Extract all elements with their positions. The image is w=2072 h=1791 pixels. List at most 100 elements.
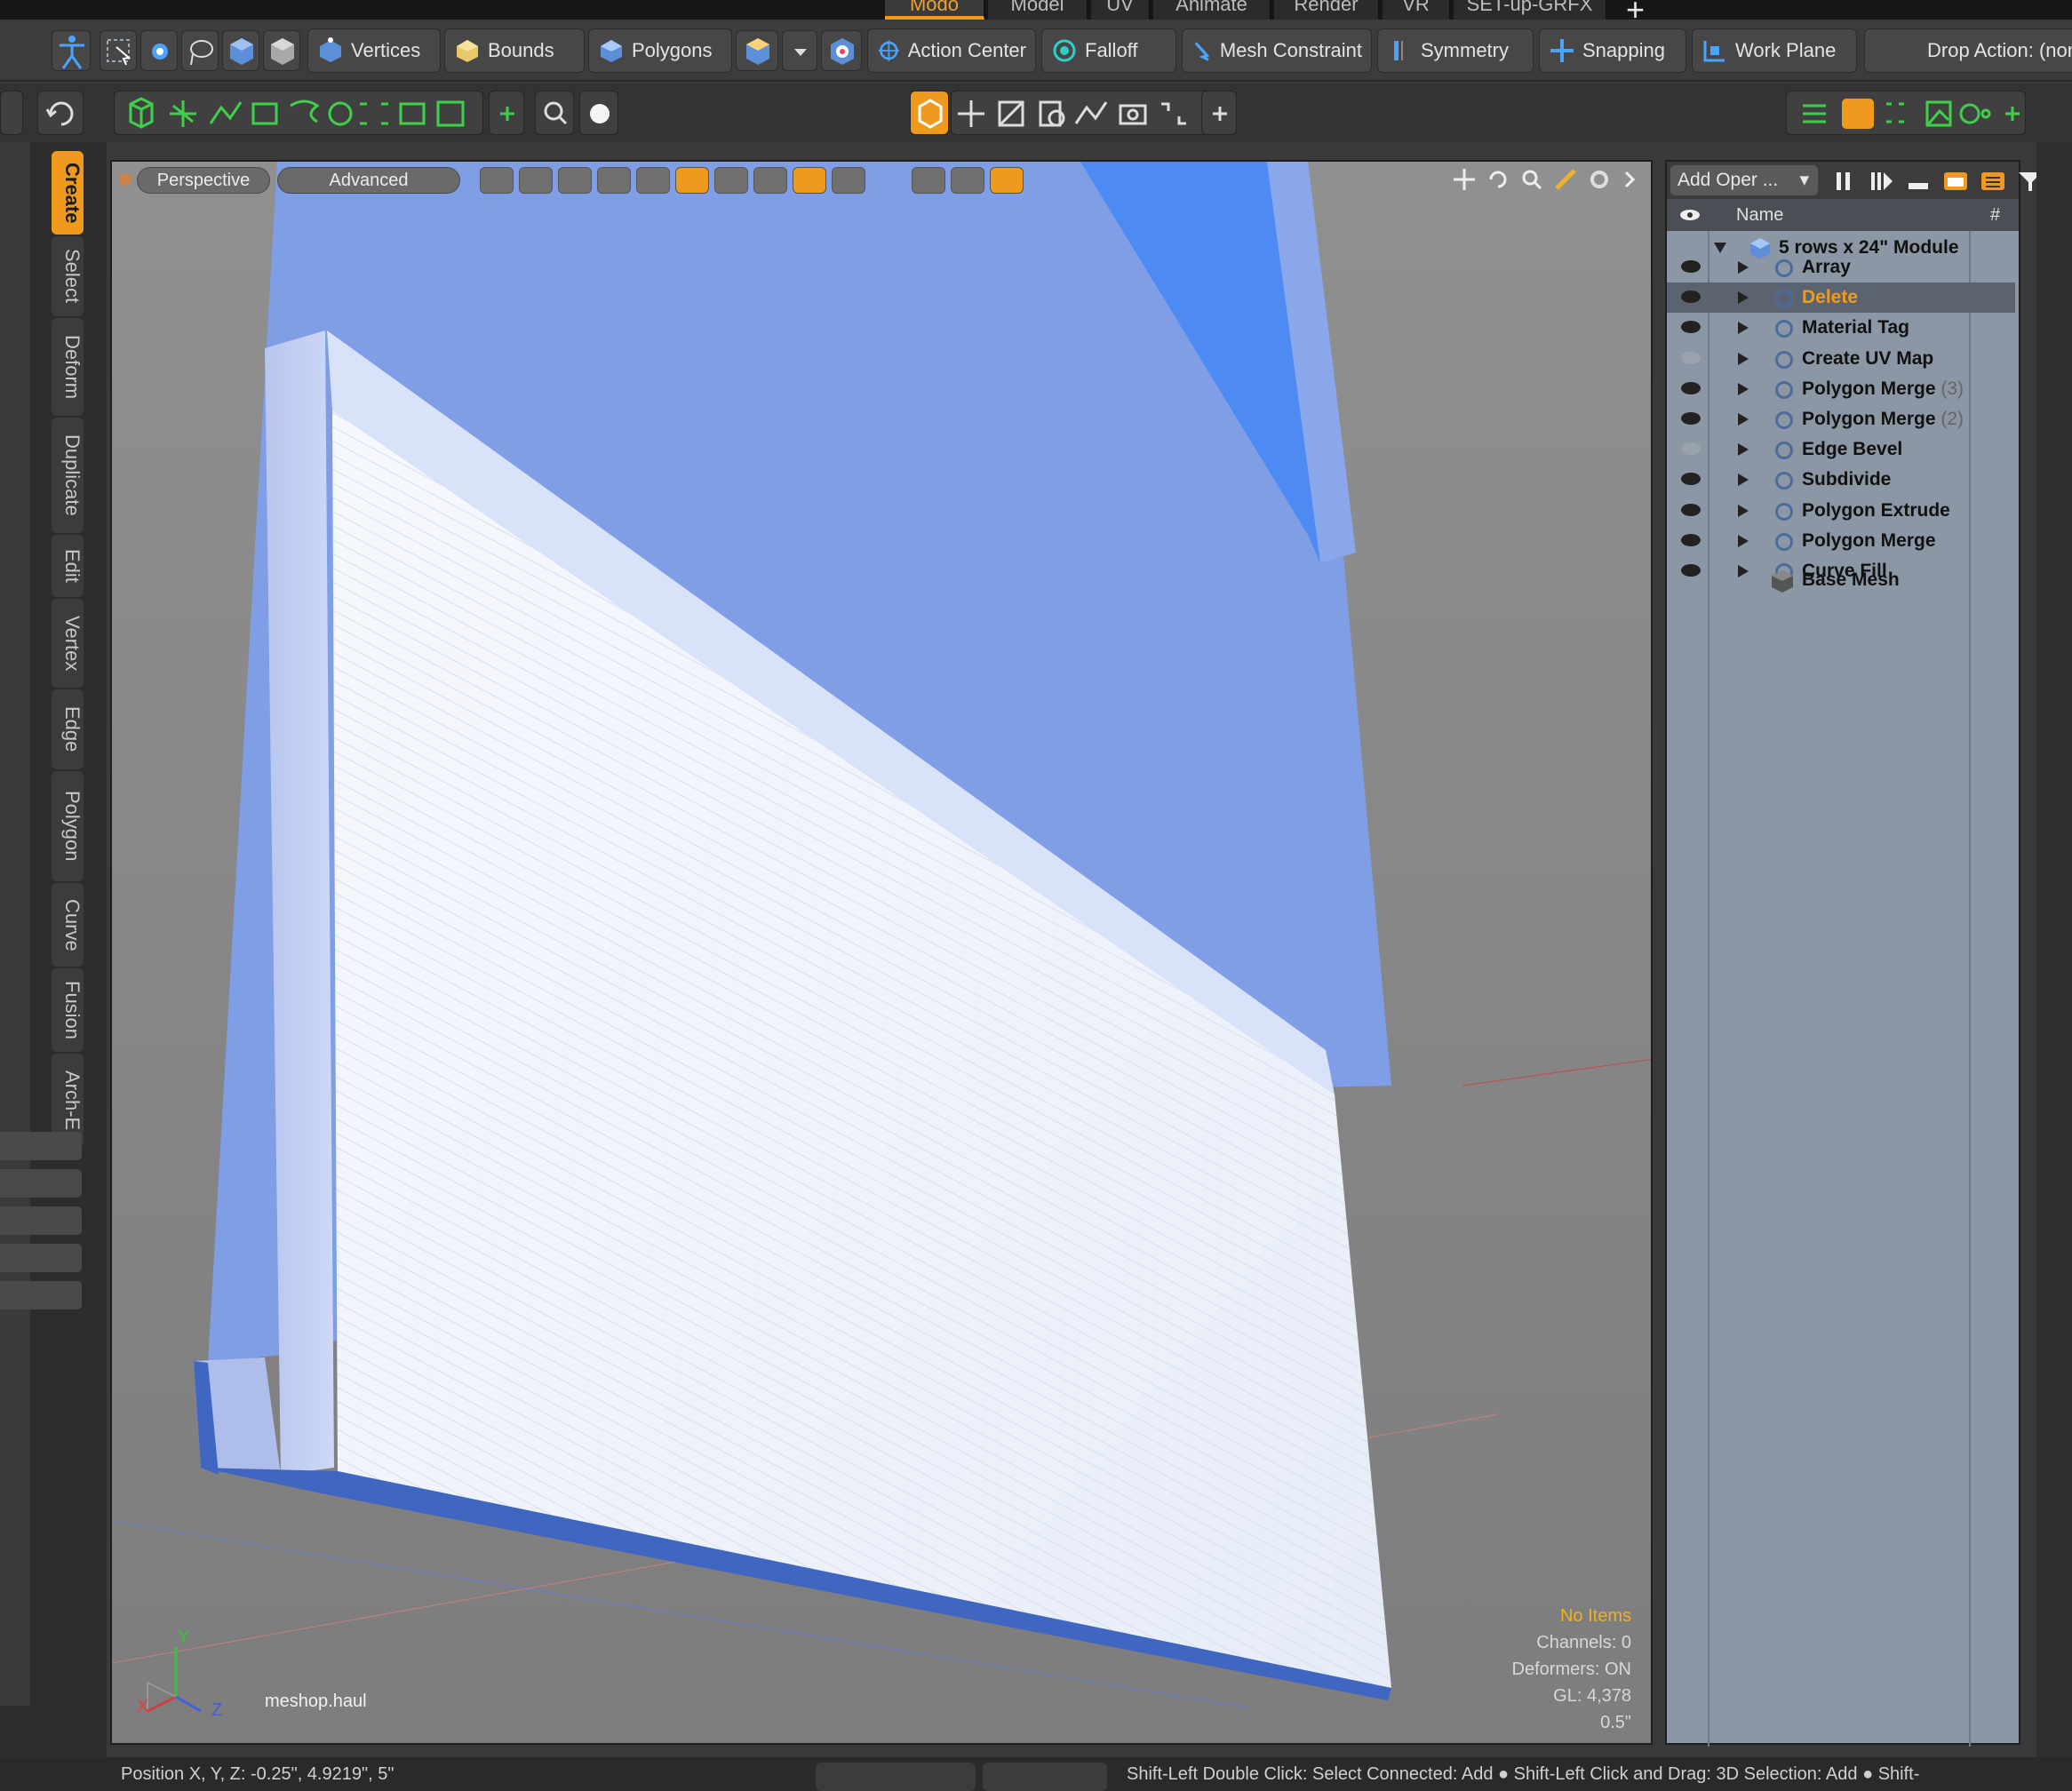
visibility-eye-icon[interactable] [1681, 381, 1701, 394]
layer-view-icon[interactable] [1941, 169, 1971, 194]
visibility-eye-icon[interactable] [1681, 412, 1701, 425]
tree-row-operator[interactable]: Material Tag [1667, 313, 2015, 343]
visibility-eye-icon[interactable] [1681, 442, 1701, 456]
vertices-button[interactable]: Vertices [307, 28, 441, 73]
expand-triangle-icon[interactable] [1738, 291, 1749, 305]
expand-triangle-icon[interactable] [1738, 261, 1749, 274]
tab-modo[interactable]: Modo [885, 0, 984, 20]
item-selection-icon[interactable] [736, 30, 778, 71]
action-center-button[interactable]: Action Center [867, 28, 1036, 73]
tab-uv[interactable]: UV [1091, 0, 1150, 20]
overlay-toggle-icon[interactable] [636, 167, 670, 194]
tab-set-up-grfx[interactable]: SET-up-GRFX [1454, 0, 1606, 20]
expand-triangle-icon[interactable] [1738, 504, 1749, 517]
tab-create[interactable]: Create [52, 151, 84, 235]
tab-vr[interactable]: VR [1383, 0, 1450, 20]
step-forward-icon[interactable] [1866, 169, 1896, 194]
3d-viewport[interactable]: Perspective Advanced Y X Z meshop.haul N… [110, 160, 1653, 1745]
zoom-icon[interactable] [1519, 167, 1544, 192]
falloff-button[interactable]: Falloff [1041, 28, 1176, 73]
visibility-eye-icon[interactable] [1681, 321, 1701, 334]
tab-curve[interactable]: Curve [52, 883, 84, 967]
selection-dropdown-icon[interactable] [782, 30, 817, 71]
visibility-eye-icon[interactable] [1681, 260, 1701, 273]
wireframe-toggle-icon[interactable] [480, 167, 514, 194]
expand-triangle-icon[interactable] [1738, 322, 1749, 335]
item-mode-icon[interactable] [52, 30, 91, 71]
add-operator-dropdown[interactable]: Add Oper ... ▾ [1670, 165, 1818, 195]
work-plane-button[interactable]: Work Plane [1692, 28, 1857, 73]
tree-row-operator[interactable]: Array [1667, 252, 2015, 283]
viewport-expand-arrow-icon[interactable] [1621, 167, 1638, 192]
select-through-icon[interactable] [100, 30, 137, 71]
visibility-eye-icon[interactable] [1681, 351, 1701, 364]
magnify-icon[interactable] [0, 91, 23, 135]
tree-row-operator[interactable]: Polygon Merge [1667, 526, 2015, 556]
tab-deform[interactable]: Deform [52, 318, 84, 416]
symmetry-button[interactable]: Symmetry [1377, 28, 1534, 73]
pan-icon[interactable] [1452, 167, 1477, 192]
visibility-eye-icon[interactable] [1681, 503, 1701, 516]
fit-view-icon[interactable] [1553, 167, 1578, 192]
selection-fit-icon[interactable] [951, 167, 984, 194]
tab-model[interactable]: Model [988, 0, 1088, 20]
list-view-icon[interactable] [1978, 169, 2008, 194]
right-scroll-strip[interactable] [2036, 142, 2072, 1759]
mesh-display-icon[interactable] [714, 167, 748, 194]
grid-toggle-icon[interactable] [597, 167, 631, 194]
add-primitive-icon[interactable] [489, 91, 524, 135]
tool-property-field[interactable] [0, 1169, 82, 1198]
tab-polygon[interactable]: Polygon [52, 771, 84, 881]
refresh-icon[interactable] [37, 91, 84, 135]
mesh-item-icon[interactable] [222, 30, 259, 71]
tab-fusion[interactable]: Fusion [52, 968, 84, 1052]
lock-display-icon[interactable] [753, 167, 787, 194]
tab-select[interactable]: Select [52, 236, 84, 316]
sculpt-sphere-icon[interactable] [579, 91, 618, 135]
uv-display-icon[interactable] [793, 167, 826, 194]
visibility-eye-icon[interactable] [1681, 291, 1701, 304]
tree-row-operator[interactable]: Subdivide [1667, 465, 2015, 495]
tree-row-operator[interactable]: Polygon Merge (3) [1667, 374, 2015, 404]
tab-edge[interactable]: Edge [52, 689, 84, 769]
viewport-menu-dot-icon[interactable] [119, 173, 131, 186]
tab-duplicate[interactable]: Duplicate [52, 418, 84, 533]
tool-property-field[interactable] [0, 1132, 82, 1160]
view-mode-dropdown[interactable]: Perspective [137, 167, 270, 194]
expand-triangle-icon[interactable] [1738, 443, 1749, 457]
render-preview-icon[interactable] [990, 167, 1024, 194]
backface-toggle-icon[interactable] [558, 167, 592, 194]
viewport-settings-gear-icon[interactable] [1587, 167, 1612, 192]
screen-fit-icon[interactable] [912, 167, 945, 194]
visibility-eye-icon[interactable] [1681, 473, 1701, 486]
drop-action-button[interactable]: Drop Action: (non [1864, 28, 2072, 73]
expand-triangle-icon[interactable] [1738, 474, 1749, 487]
pause-icon[interactable] [1829, 169, 1859, 194]
axis-toggle-icon[interactable] [675, 167, 709, 194]
collapse-icon[interactable] [1903, 169, 1933, 194]
visibility-eye-icon[interactable] [1681, 533, 1701, 546]
tool-property-field[interactable] [0, 1206, 82, 1235]
auto-select-icon[interactable] [821, 30, 862, 71]
shading-mode-dropdown[interactable]: Advanced [277, 167, 460, 194]
column-count-header[interactable]: # [1990, 205, 2000, 226]
expand-triangle-icon[interactable] [1738, 534, 1749, 547]
tool-property-field[interactable] [0, 1244, 82, 1272]
snapping-button[interactable]: Snapping [1539, 28, 1686, 73]
bounds-button[interactable]: Bounds [444, 28, 585, 73]
tab-render[interactable]: Render [1274, 0, 1379, 20]
tab-vertex[interactable]: Vertex [52, 599, 84, 688]
status-toggle-group[interactable] [816, 1763, 976, 1791]
camera-display-icon[interactable] [832, 167, 865, 194]
add-transform-icon[interactable] [1201, 91, 1237, 135]
lasso-icon[interactable] [181, 30, 219, 71]
tree-row-operator[interactable]: Polygon Merge (2) [1667, 404, 2015, 434]
tree-row-base-mesh[interactable]: Base Mesh [1667, 565, 2015, 595]
tab-edit[interactable]: Edit [52, 535, 84, 597]
tree-row-operator[interactable]: Edge Bevel [1667, 434, 2015, 465]
mesh-constraint-button[interactable]: Mesh Constraint [1182, 28, 1372, 73]
tab-animate[interactable]: Animate [1153, 0, 1271, 20]
search-tool-icon[interactable] [535, 91, 574, 135]
column-name-header[interactable]: Name [1736, 205, 1783, 226]
material-item-icon[interactable] [263, 30, 300, 71]
